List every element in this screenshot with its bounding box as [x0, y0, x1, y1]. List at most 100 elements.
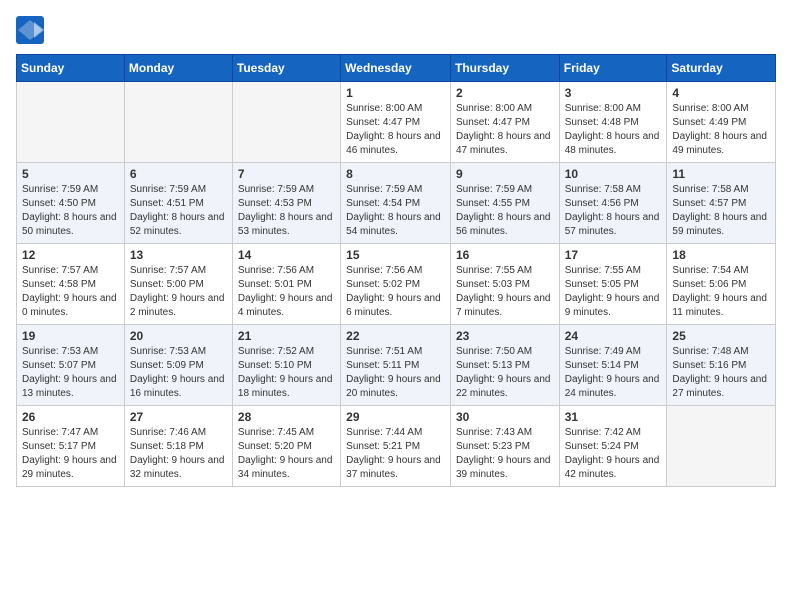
day-info: Sunrise: 7:54 AM Sunset: 5:06 PM Dayligh…	[672, 264, 770, 320]
logo	[16, 16, 48, 44]
day-number: 23	[456, 329, 554, 343]
logo-icon	[16, 16, 44, 44]
calendar-cell: 29 Sunrise: 7:44 AM Sunset: 5:21 PM Dayli…	[341, 406, 451, 487]
day-number: 18	[672, 248, 770, 262]
day-number: 16	[456, 248, 554, 262]
day-number: 4	[672, 86, 770, 100]
day-number: 2	[456, 86, 554, 100]
calendar-cell	[667, 406, 776, 487]
calendar-cell: 21 Sunrise: 7:52 AM Sunset: 5:10 PM Dayli…	[232, 325, 340, 406]
calendar-cell: 4 Sunrise: 8:00 AM Sunset: 4:49 PM Daylig…	[667, 82, 776, 163]
calendar-cell: 13 Sunrise: 7:57 AM Sunset: 5:00 PM Dayli…	[124, 244, 232, 325]
day-info: Sunrise: 7:58 AM Sunset: 4:56 PM Dayligh…	[565, 183, 662, 239]
day-number: 10	[565, 167, 662, 181]
day-info: Sunrise: 7:55 AM Sunset: 5:05 PM Dayligh…	[565, 264, 662, 320]
day-info: Sunrise: 7:46 AM Sunset: 5:18 PM Dayligh…	[130, 426, 227, 482]
calendar-cell: 8 Sunrise: 7:59 AM Sunset: 4:54 PM Daylig…	[341, 163, 451, 244]
week-row-3: 12Sunrise: 7:57 AM Sunset: 4:58 PM Dayli…	[17, 244, 776, 325]
day-number: 30	[456, 410, 554, 424]
day-number: 21	[238, 329, 335, 343]
day-info: Sunrise: 7:43 AM Sunset: 5:23 PM Dayligh…	[456, 426, 554, 482]
calendar-body: 1 Sunrise: 8:00 AM Sunset: 4:47 PM Daylig…	[17, 82, 776, 487]
day-info: Sunrise: 8:00 AM Sunset: 4:47 PM Dayligh…	[346, 102, 445, 158]
day-number: 26	[22, 410, 119, 424]
day-info: Sunrise: 7:59 AM Sunset: 4:50 PM Dayligh…	[22, 183, 119, 239]
day-info: Sunrise: 7:52 AM Sunset: 5:10 PM Dayligh…	[238, 345, 335, 401]
day-info: Sunrise: 7:49 AM Sunset: 5:14 PM Dayligh…	[565, 345, 662, 401]
day-info: Sunrise: 7:59 AM Sunset: 4:55 PM Dayligh…	[456, 183, 554, 239]
calendar-cell: 17Sunrise: 7:55 AM Sunset: 5:05 PM Dayli…	[559, 244, 667, 325]
calendar-cell: 24 Sunrise: 7:49 AM Sunset: 5:14 PM Dayli…	[559, 325, 667, 406]
day-number: 12	[22, 248, 119, 262]
calendar-cell: 15Sunrise: 7:56 AM Sunset: 5:02 PM Dayli…	[341, 244, 451, 325]
day-info: Sunrise: 7:42 AM Sunset: 5:24 PM Dayligh…	[565, 426, 662, 482]
day-info: Sunrise: 7:56 AM Sunset: 5:01 PM Dayligh…	[238, 264, 335, 320]
day-number: 29	[346, 410, 445, 424]
calendar-cell: 14 Sunrise: 7:56 AM Sunset: 5:01 PM Dayli…	[232, 244, 340, 325]
day-number: 3	[565, 86, 662, 100]
day-number: 20	[130, 329, 227, 343]
page-header	[16, 16, 776, 44]
day-number: 28	[238, 410, 335, 424]
calendar-cell: 11 Sunrise: 7:58 AM Sunset: 4:57 PM Dayli…	[667, 163, 776, 244]
day-info: Sunrise: 7:59 AM Sunset: 4:54 PM Dayligh…	[346, 183, 445, 239]
day-number: 9	[456, 167, 554, 181]
week-row-2: 5 Sunrise: 7:59 AM Sunset: 4:50 PM Daylig…	[17, 163, 776, 244]
calendar-cell: 10 Sunrise: 7:58 AM Sunset: 4:56 PM Dayli…	[559, 163, 667, 244]
calendar-cell: 9 Sunrise: 7:59 AM Sunset: 4:55 PM Daylig…	[450, 163, 559, 244]
day-header-monday: Monday	[124, 55, 232, 82]
header-row: SundayMondayTuesdayWednesdayThursdayFrid…	[17, 55, 776, 82]
day-number: 19	[22, 329, 119, 343]
calendar-cell: 12Sunrise: 7:57 AM Sunset: 4:58 PM Dayli…	[17, 244, 125, 325]
calendar-cell: 16 Sunrise: 7:55 AM Sunset: 5:03 PM Dayli…	[450, 244, 559, 325]
calendar-cell	[17, 82, 125, 163]
calendar-cell: 20 Sunrise: 7:53 AM Sunset: 5:09 PM Dayli…	[124, 325, 232, 406]
calendar-cell	[232, 82, 340, 163]
week-row-4: 19Sunrise: 7:53 AM Sunset: 5:07 PM Dayli…	[17, 325, 776, 406]
calendar-cell: 31Sunrise: 7:42 AM Sunset: 5:24 PM Dayli…	[559, 406, 667, 487]
calendar-cell: 28 Sunrise: 7:45 AM Sunset: 5:20 PM Dayli…	[232, 406, 340, 487]
calendar-cell: 22 Sunrise: 7:51 AM Sunset: 5:11 PM Dayli…	[341, 325, 451, 406]
day-info: Sunrise: 7:59 AM Sunset: 4:51 PM Dayligh…	[130, 183, 227, 239]
day-number: 27	[130, 410, 227, 424]
day-number: 5	[22, 167, 119, 181]
calendar-table: SundayMondayTuesdayWednesdayThursdayFrid…	[16, 54, 776, 487]
calendar-header: SundayMondayTuesdayWednesdayThursdayFrid…	[17, 55, 776, 82]
day-info: Sunrise: 8:00 AM Sunset: 4:49 PM Dayligh…	[672, 102, 770, 158]
day-number: 1	[346, 86, 445, 100]
day-info: Sunrise: 7:53 AM Sunset: 5:09 PM Dayligh…	[130, 345, 227, 401]
week-row-5: 26 Sunrise: 7:47 AM Sunset: 5:17 PM Dayli…	[17, 406, 776, 487]
day-header-wednesday: Wednesday	[341, 55, 451, 82]
week-row-1: 1 Sunrise: 8:00 AM Sunset: 4:47 PM Daylig…	[17, 82, 776, 163]
day-number: 13	[130, 248, 227, 262]
day-info: Sunrise: 7:58 AM Sunset: 4:57 PM Dayligh…	[672, 183, 770, 239]
day-header-sunday: Sunday	[17, 55, 125, 82]
calendar-cell: 7Sunrise: 7:59 AM Sunset: 4:53 PM Daylig…	[232, 163, 340, 244]
day-number: 11	[672, 167, 770, 181]
day-number: 25	[672, 329, 770, 343]
day-info: Sunrise: 7:50 AM Sunset: 5:13 PM Dayligh…	[456, 345, 554, 401]
day-info: Sunrise: 7:57 AM Sunset: 5:00 PM Dayligh…	[130, 264, 227, 320]
calendar-cell: 18 Sunrise: 7:54 AM Sunset: 5:06 PM Dayli…	[667, 244, 776, 325]
day-number: 8	[346, 167, 445, 181]
calendar-cell: 25Sunrise: 7:48 AM Sunset: 5:16 PM Dayli…	[667, 325, 776, 406]
calendar-cell	[124, 82, 232, 163]
day-info: Sunrise: 7:56 AM Sunset: 5:02 PM Dayligh…	[346, 264, 445, 320]
calendar-cell: 26 Sunrise: 7:47 AM Sunset: 5:17 PM Dayli…	[17, 406, 125, 487]
day-header-saturday: Saturday	[667, 55, 776, 82]
day-number: 22	[346, 329, 445, 343]
day-header-friday: Friday	[559, 55, 667, 82]
day-number: 24	[565, 329, 662, 343]
day-info: Sunrise: 7:51 AM Sunset: 5:11 PM Dayligh…	[346, 345, 445, 401]
day-info: Sunrise: 7:59 AM Sunset: 4:53 PM Dayligh…	[238, 183, 335, 239]
calendar-cell: 5 Sunrise: 7:59 AM Sunset: 4:50 PM Daylig…	[17, 163, 125, 244]
day-header-tuesday: Tuesday	[232, 55, 340, 82]
day-info: Sunrise: 7:45 AM Sunset: 5:20 PM Dayligh…	[238, 426, 335, 482]
day-info: Sunrise: 7:55 AM Sunset: 5:03 PM Dayligh…	[456, 264, 554, 320]
day-header-thursday: Thursday	[450, 55, 559, 82]
calendar-cell: 2Sunrise: 8:00 AM Sunset: 4:47 PM Daylig…	[450, 82, 559, 163]
calendar-cell: 1 Sunrise: 8:00 AM Sunset: 4:47 PM Daylig…	[341, 82, 451, 163]
day-number: 14	[238, 248, 335, 262]
day-info: Sunrise: 7:44 AM Sunset: 5:21 PM Dayligh…	[346, 426, 445, 482]
day-info: Sunrise: 7:47 AM Sunset: 5:17 PM Dayligh…	[22, 426, 119, 482]
